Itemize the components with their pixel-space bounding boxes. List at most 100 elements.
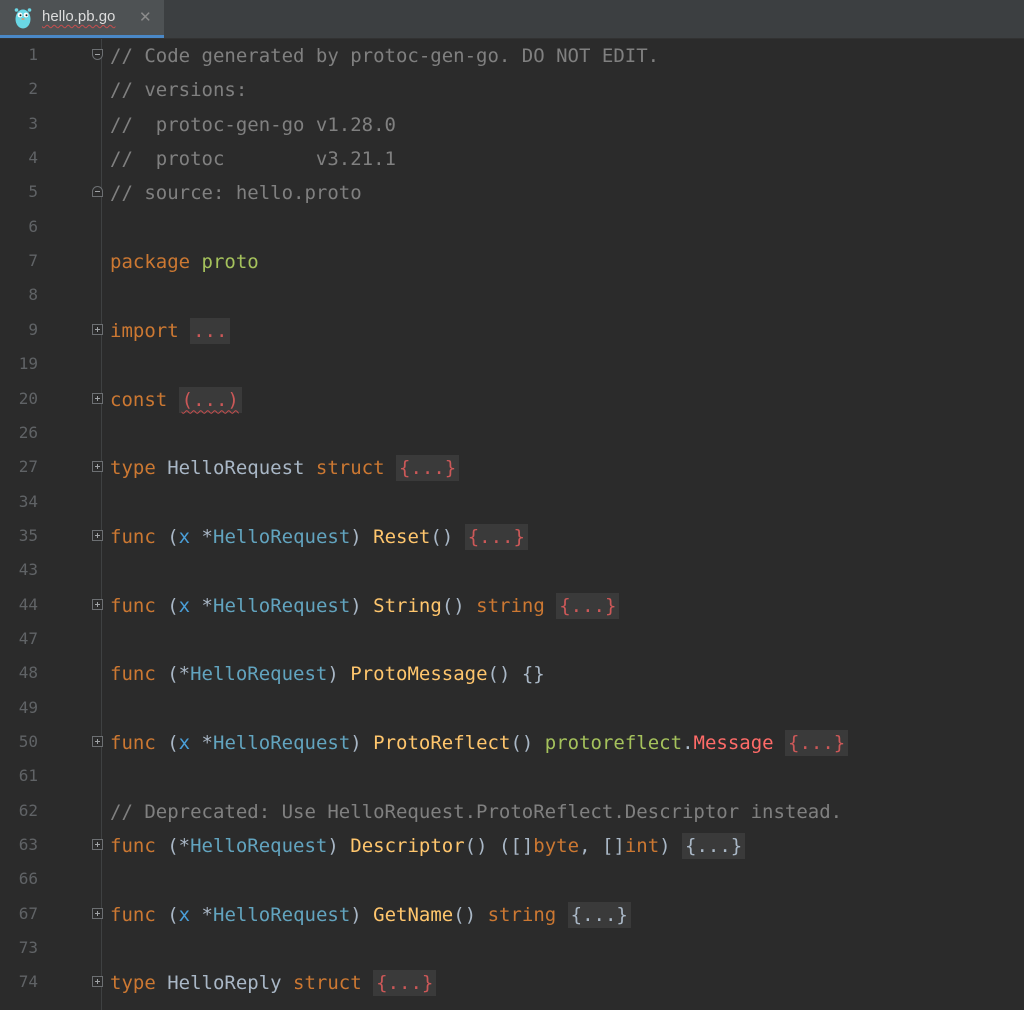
- code-token: ): [350, 732, 374, 754]
- code-token: *: [201, 732, 213, 754]
- gopher-icon: [14, 7, 32, 29]
- line-number: 50: [18, 732, 38, 751]
- code-line[interactable]: 20 const (...): [0, 383, 1024, 417]
- code-line[interactable]: 62 // Deprecated: Use HelloRequest.ProtoR…: [0, 795, 1024, 829]
- code-token: x: [178, 525, 202, 548]
- line-number: 73: [18, 938, 38, 958]
- code-text: // versions:: [110, 78, 247, 102]
- folded-block-placeholder[interactable]: (...): [178, 386, 242, 413]
- folded-block-placeholder[interactable]: {...}: [396, 455, 460, 482]
- line-number: 7: [28, 251, 38, 271]
- code-line[interactable]: 73: [0, 932, 1024, 966]
- fold-expand-icon[interactable]: [92, 839, 103, 851]
- code-token: string: [476, 594, 557, 617]
- code-line[interactable]: 74 type HelloReply struct {...}: [0, 966, 1024, 1000]
- fold-expand-icon[interactable]: [92, 392, 103, 404]
- line-number: 19: [18, 354, 38, 374]
- code-token: x: [178, 594, 202, 617]
- code-line[interactable]: 3 // protoc-gen-go v1.28.0: [0, 108, 1024, 142]
- code-token: (: [167, 732, 179, 754]
- code-line[interactable]: 26: [0, 417, 1024, 451]
- code-line[interactable]: 8: [0, 279, 1024, 313]
- code-line[interactable]: 63 func (*HelloRequest) Descriptor() ([]b…: [0, 829, 1024, 863]
- code-token: (: [167, 903, 179, 926]
- code-token: proto: [201, 251, 259, 274]
- code-token: type: [110, 457, 168, 480]
- code-line[interactable]: 27 type HelloRequest struct {...}: [0, 451, 1024, 485]
- fold-expand-icon[interactable]: [92, 736, 103, 747]
- code-token: (): [453, 903, 488, 926]
- folded-block-placeholder[interactable]: {...}: [464, 523, 528, 550]
- code-token: // Code generated by protoc-gen-go. DO N…: [110, 45, 660, 67]
- fold-expand-icon[interactable]: [92, 529, 103, 541]
- fold-expand-icon[interactable]: [92, 323, 103, 335]
- code-line[interactable]: 49: [0, 692, 1024, 726]
- code-line[interactable]: 5 // source: hello.proto: [0, 176, 1024, 210]
- code-token: HelloRequest: [213, 903, 351, 926]
- code-token: string: [487, 903, 568, 926]
- code-text: const (...): [110, 386, 242, 413]
- fold-collapse-icon[interactable]: [92, 186, 103, 198]
- code-line[interactable]: 6: [0, 211, 1024, 245]
- folded-block-placeholder[interactable]: {...}: [567, 901, 631, 928]
- code-line[interactable]: 44 func (x *HelloRequest) String() string…: [0, 589, 1024, 623]
- code-line[interactable]: 35 func (x *HelloRequest) Reset() {...}: [0, 520, 1024, 554]
- code-text: func (x *HelloRequest) Reset() {...}: [110, 523, 528, 550]
- code-token: func: [110, 732, 168, 754]
- code-token: ): [350, 525, 374, 548]
- code-token: (): [441, 594, 477, 617]
- folded-block-placeholder[interactable]: {...}: [556, 592, 620, 619]
- code-text: func (*HelloRequest) Descriptor() ([]byt…: [110, 833, 746, 860]
- line-number: 4: [28, 148, 38, 168]
- code-token: x: [178, 732, 202, 754]
- code-token: Message: [693, 732, 786, 754]
- code-token: (*: [167, 663, 191, 686]
- folded-block-placeholder[interactable]: ...: [190, 317, 231, 344]
- code-line[interactable]: 50 func (x *HelloRequest) ProtoReflect() …: [0, 726, 1024, 760]
- code-editor[interactable]: 1 // Code generated by protoc-gen-go. DO …: [0, 39, 1024, 1010]
- folded-block-placeholder[interactable]: {...}: [373, 970, 437, 997]
- code-token: ): [327, 835, 351, 858]
- code-text: package proto: [110, 250, 259, 274]
- tab-hello-pb-go[interactable]: hello.pb.go ✕: [0, 0, 164, 38]
- code-token: // protoc v3.21.1: [110, 148, 396, 171]
- code-line[interactable]: 43: [0, 554, 1024, 588]
- code-line[interactable]: 2 // versions:: [0, 73, 1024, 107]
- code-token: (*: [167, 835, 191, 858]
- code-text: // Deprecated: Use HelloRequest.ProtoRef…: [110, 800, 842, 824]
- folded-block-placeholder[interactable]: {...}: [682, 833, 746, 860]
- folded-block-placeholder[interactable]: {...}: [785, 730, 849, 756]
- line-number: 20: [18, 388, 38, 408]
- code-token: // protoc-gen-go v1.28.0: [110, 113, 396, 136]
- line-number: 62: [18, 800, 38, 820]
- code-token: ProtoReflect: [373, 732, 511, 754]
- code-token: ): [350, 903, 374, 926]
- fold-expand-icon[interactable]: [92, 461, 103, 473]
- code-token: ): [659, 835, 683, 858]
- code-token: byte: [533, 835, 580, 858]
- code-line[interactable]: 7 package proto: [0, 245, 1024, 279]
- code-line[interactable]: 4 // protoc v3.21.1: [0, 142, 1024, 176]
- code-line[interactable]: 67 func (x *HelloRequest) GetName() strin…: [0, 898, 1024, 932]
- line-number: 27: [18, 457, 38, 477]
- code-line[interactable]: 48 func (*HelloRequest) ProtoMessage() {}: [0, 657, 1024, 691]
- code-text: type HelloReply struct {...}: [110, 970, 437, 997]
- fold-expand-icon[interactable]: [92, 976, 103, 988]
- code-line[interactable]: 34: [0, 486, 1024, 520]
- code-token: HelloRequest: [190, 835, 328, 858]
- code-line[interactable]: 47: [0, 623, 1024, 657]
- fold-expand-icon[interactable]: [92, 598, 103, 610]
- close-icon[interactable]: ✕: [139, 7, 152, 27]
- code-token: String: [373, 594, 442, 617]
- code-line[interactable]: 66: [0, 863, 1024, 897]
- code-line[interactable]: 9 import ...: [0, 314, 1024, 348]
- code-line[interactable]: 19: [0, 348, 1024, 382]
- fold-collapse-icon[interactable]: [92, 49, 103, 60]
- code-token: func: [110, 663, 168, 686]
- code-text: func (x *HelloRequest) String() string {…: [110, 592, 620, 619]
- fold-expand-icon[interactable]: [92, 907, 103, 919]
- code-line[interactable]: 1 // Code generated by protoc-gen-go. DO …: [0, 39, 1024, 73]
- code-line[interactable]: 61: [0, 760, 1024, 794]
- code-token: int: [624, 835, 660, 858]
- code-token: *: [201, 594, 213, 617]
